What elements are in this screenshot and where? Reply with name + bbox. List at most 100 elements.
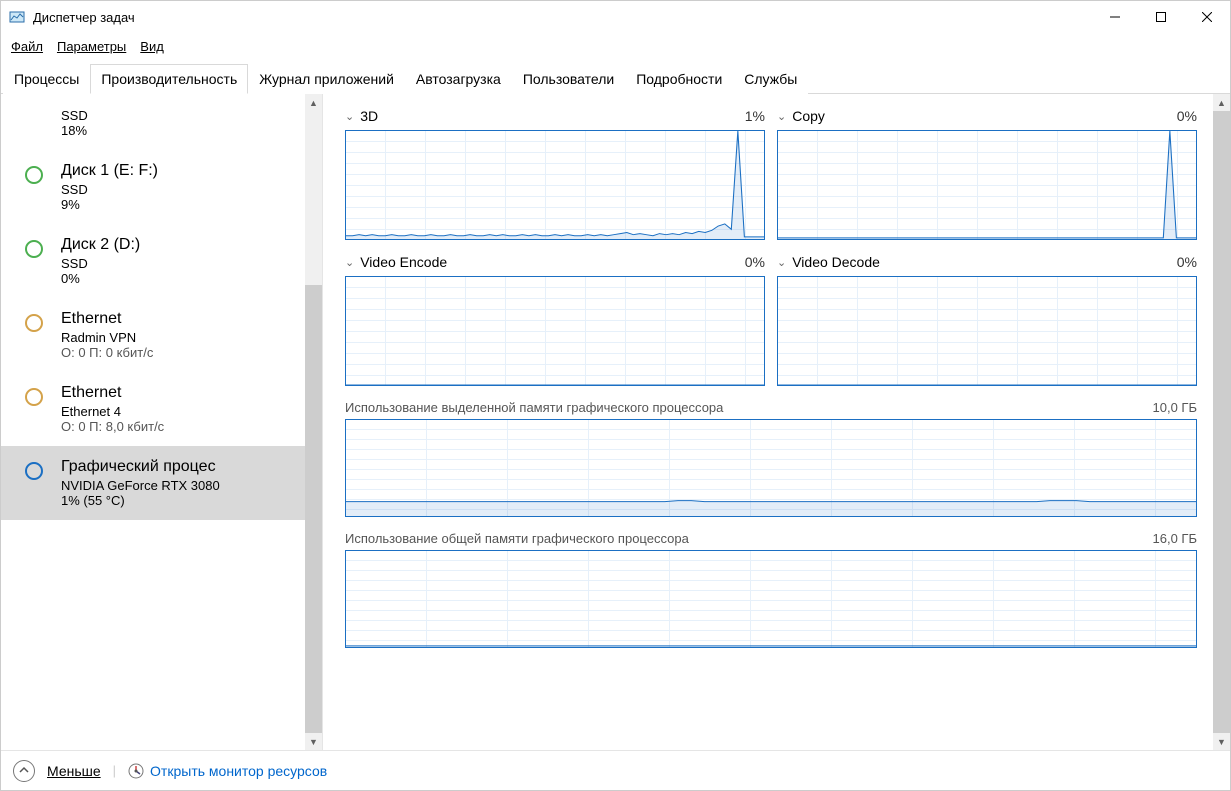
sidebar-item-meta: 1% (55 °C)	[61, 493, 295, 508]
chart-dedicated-memory: Использование выделенной памяти графичес…	[345, 400, 1197, 517]
sidebar-item-ethernet4[interactable]: Ethernet Ethernet 4 О: 0 П: 8,0 кбит/с	[1, 372, 305, 446]
sidebar-item-meta: 0%	[61, 271, 295, 286]
sidebar-item-meta: О: 0 П: 8,0 кбит/с	[61, 419, 295, 434]
chart-svg	[346, 277, 764, 385]
disk-icon	[25, 240, 43, 258]
chart-video-encode: ⌄ Video Encode 0%	[345, 254, 765, 386]
sidebar-item-ethernet-vpn[interactable]: Ethernet Radmin VPN О: 0 П: 0 кбит/с	[1, 298, 305, 372]
sidebar-item-sub: SSD	[61, 108, 295, 123]
sidebar-item-sub: Ethernet 4	[61, 404, 295, 419]
chevron-down-icon[interactable]: ⌄	[345, 256, 354, 269]
sidebar-scrollbar[interactable]: ▲ ▼	[305, 94, 322, 750]
sidebar-item-meta: О: 0 П: 0 кбит/с	[61, 345, 295, 360]
chart-value: 0%	[1177, 108, 1197, 124]
chart-copy: ⌄ Copy 0%	[777, 108, 1197, 240]
tab-details[interactable]: Подробности	[625, 64, 733, 94]
chart-svg	[778, 131, 1196, 239]
sidebar: SSD 18% Диск 1 (E: F:) SSD 9% Диск 2 (D:…	[1, 94, 323, 750]
scroll-thumb[interactable]	[305, 285, 322, 733]
open-resource-monitor-label: Открыть монитор ресурсов	[150, 763, 327, 779]
menu-file[interactable]: Файл	[11, 39, 43, 54]
chart-label: Video Decode	[792, 254, 1177, 270]
chart-svg	[346, 131, 764, 239]
chart-box	[345, 130, 765, 240]
sidebar-item-disk2[interactable]: Диск 2 (D:) SSD 0%	[1, 224, 305, 298]
app-icon	[9, 9, 25, 25]
scroll-track[interactable]	[305, 111, 322, 733]
chart-value: 1%	[745, 108, 765, 124]
open-resource-monitor-link[interactable]: Открыть монитор ресурсов	[128, 763, 327, 779]
titlebar: Диспетчер задач	[1, 1, 1230, 33]
chart-box	[777, 276, 1197, 386]
main-scrollbar[interactable]: ▲ ▼	[1213, 94, 1230, 750]
chart-label: Использование общей памяти графического …	[345, 531, 1153, 546]
tab-app-history[interactable]: Журнал приложений	[248, 64, 405, 94]
sidebar-item-title: Ethernet	[61, 384, 295, 402]
chart-box	[777, 130, 1197, 240]
gpu-icon	[25, 462, 43, 480]
chart-svg	[778, 277, 1196, 385]
chart-label: Copy	[792, 108, 1177, 124]
minimize-button[interactable]	[1092, 1, 1138, 33]
separator: |	[113, 763, 116, 778]
scroll-down-icon[interactable]: ▼	[305, 733, 322, 750]
scroll-up-icon[interactable]: ▲	[1213, 94, 1230, 111]
sidebar-item-disk0-partial[interactable]: SSD 18%	[1, 104, 305, 150]
less-details-link[interactable]: Меньше	[47, 763, 101, 779]
sidebar-item-sub: SSD	[61, 182, 295, 197]
network-icon	[25, 314, 43, 332]
chart-3d: ⌄ 3D 1%	[345, 108, 765, 240]
main-panel: ⌄ 3D 1% ⌄ Copy 0%	[323, 94, 1230, 750]
chart-value: 0%	[745, 254, 765, 270]
chart-label: Video Encode	[360, 254, 745, 270]
tab-services[interactable]: Службы	[733, 64, 808, 94]
sidebar-item-sub: NVIDIA GeForce RTX 3080	[61, 478, 295, 493]
chart-svg	[346, 420, 1196, 516]
chart-value: 16,0 ГБ	[1153, 531, 1197, 546]
disk-icon	[25, 166, 43, 184]
menu-view[interactable]: Вид	[140, 39, 164, 54]
scroll-thumb[interactable]	[1213, 111, 1230, 733]
chart-shared-memory: Использование общей памяти графического …	[345, 531, 1197, 648]
network-icon	[25, 388, 43, 406]
sidebar-item-title: Ethernet	[61, 310, 295, 328]
sidebar-item-title: Диск 1 (E: F:)	[61, 162, 295, 180]
footer: Меньше | Открыть монитор ресурсов	[1, 750, 1230, 790]
chevron-down-icon[interactable]: ⌄	[345, 110, 354, 123]
chart-value: 10,0 ГБ	[1153, 400, 1197, 415]
sidebar-item-title: Графический процес	[61, 458, 295, 476]
sidebar-item-disk1[interactable]: Диск 1 (E: F:) SSD 9%	[1, 150, 305, 224]
tab-startup[interactable]: Автозагрузка	[405, 64, 512, 94]
chevron-down-icon[interactable]: ⌄	[777, 256, 786, 269]
chart-label: Использование выделенной памяти графичес…	[345, 400, 1153, 415]
chart-svg	[346, 551, 1196, 647]
scroll-down-icon[interactable]: ▼	[1213, 733, 1230, 750]
chart-box	[345, 550, 1197, 648]
close-button[interactable]	[1184, 1, 1230, 33]
sidebar-item-sub: SSD	[61, 256, 295, 271]
menubar: Файл Параметры Вид	[1, 33, 1230, 59]
sidebar-item-title: Диск 2 (D:)	[61, 236, 295, 254]
tab-performance[interactable]: Производительность	[90, 64, 248, 94]
scroll-up-icon[interactable]: ▲	[305, 94, 322, 111]
sidebar-item-sub: Radmin VPN	[61, 330, 295, 345]
tab-users[interactable]: Пользователи	[512, 64, 625, 94]
menu-options[interactable]: Параметры	[57, 39, 126, 54]
sidebar-item-gpu[interactable]: Графический процес NVIDIA GeForce RTX 30…	[1, 446, 305, 520]
tab-processes[interactable]: Процессы	[3, 64, 90, 94]
sidebar-item-meta: 18%	[61, 123, 295, 138]
chart-label: 3D	[360, 108, 745, 124]
sidebar-item-meta: 9%	[61, 197, 295, 212]
maximize-button[interactable]	[1138, 1, 1184, 33]
chart-value: 0%	[1177, 254, 1197, 270]
scroll-track[interactable]	[1213, 111, 1230, 733]
resource-monitor-icon	[128, 763, 144, 779]
chart-box	[345, 419, 1197, 517]
chart-video-decode: ⌄ Video Decode 0%	[777, 254, 1197, 386]
collapse-button[interactable]	[13, 760, 35, 782]
chevron-down-icon[interactable]: ⌄	[777, 110, 786, 123]
chart-box	[345, 276, 765, 386]
content: SSD 18% Диск 1 (E: F:) SSD 9% Диск 2 (D:…	[1, 94, 1230, 750]
window-title: Диспетчер задач	[33, 10, 135, 25]
sidebar-list: SSD 18% Диск 1 (E: F:) SSD 9% Диск 2 (D:…	[1, 94, 322, 750]
